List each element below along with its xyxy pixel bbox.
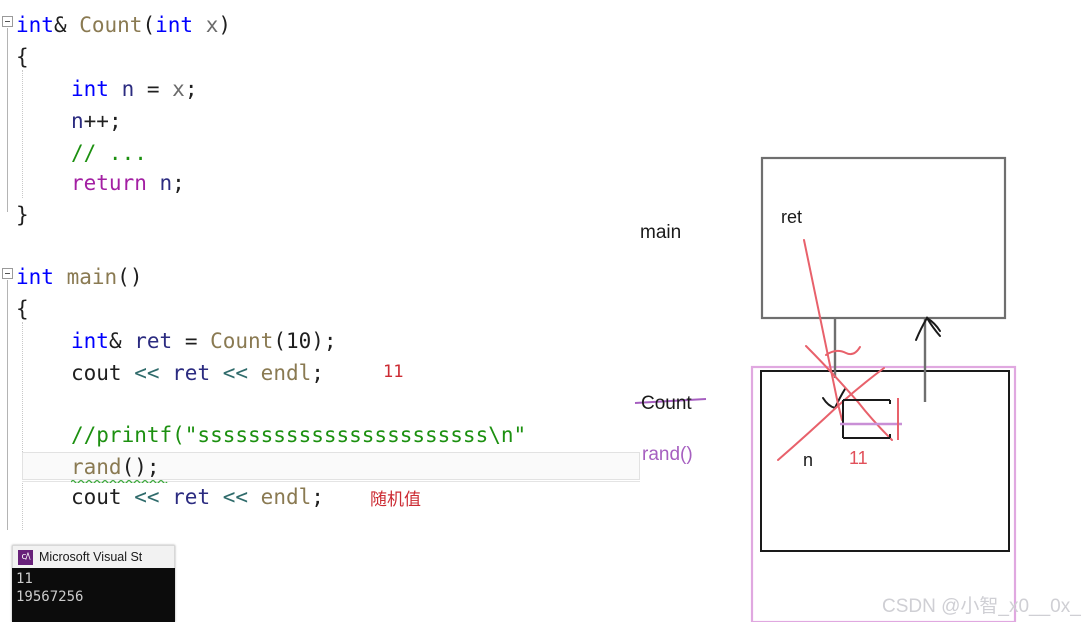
console-window[interactable]: c/\ Microsoft Visual St 11 19567256 bbox=[12, 545, 175, 622]
code-token: int bbox=[71, 329, 109, 353]
code-token: { bbox=[16, 297, 29, 321]
visual-studio-icon: c/\ bbox=[18, 549, 33, 565]
code-line[interactable]: rand(); bbox=[71, 454, 160, 480]
code-token: << bbox=[222, 485, 261, 509]
console-titlebar[interactable]: c/\ Microsoft Visual St bbox=[12, 545, 175, 568]
red-pointer-line bbox=[803, 239, 843, 421]
code-line[interactable]: n++; bbox=[71, 108, 122, 134]
code-token: << bbox=[134, 485, 173, 509]
code-line[interactable]: int& Count(int x) bbox=[16, 12, 231, 38]
code-line[interactable]: return n; bbox=[71, 170, 185, 196]
count-outer-purple-box bbox=[750, 365, 1017, 622]
code-line[interactable]: //printf("sssssssssssssssssssssss\n" bbox=[71, 422, 526, 448]
fold-stem-count bbox=[7, 28, 8, 212]
fold-stem-main bbox=[7, 280, 8, 530]
code-token: int bbox=[16, 265, 54, 289]
code-token: Count bbox=[210, 329, 274, 353]
code-token: = bbox=[184, 329, 211, 353]
code-token: int bbox=[155, 13, 194, 37]
code-line[interactable]: } bbox=[16, 202, 29, 228]
console-output-line: 19567256 bbox=[16, 589, 84, 605]
code-line[interactable]: cout << ret << endl; bbox=[71, 360, 324, 386]
code-token: ); bbox=[311, 329, 337, 353]
count-frame-box bbox=[760, 370, 1010, 552]
code-token: { bbox=[16, 45, 29, 69]
code-token: // ... bbox=[71, 141, 147, 165]
diagram-label-n: n bbox=[803, 450, 814, 470]
code-token: 10 bbox=[285, 329, 312, 353]
red-curve-mark bbox=[825, 346, 861, 356]
code-token: ret bbox=[134, 329, 185, 353]
diagram-label-ret: ret bbox=[781, 207, 803, 227]
code-token: = bbox=[146, 77, 173, 101]
code-token: ; bbox=[184, 77, 198, 101]
indent-guide-main bbox=[22, 322, 23, 530]
fold-toggle-main[interactable] bbox=[2, 268, 13, 279]
code-token: n bbox=[71, 109, 84, 133]
code-token: cout bbox=[71, 485, 135, 509]
console-title-label: Microsoft Visual St bbox=[39, 550, 143, 564]
code-token: << bbox=[222, 361, 261, 385]
code-token: x bbox=[172, 77, 185, 101]
code-token: return bbox=[71, 171, 147, 195]
code-editor[interactable]: int& Count(int x){int n = x; n++;// ... re… bbox=[0, 0, 660, 530]
diagram-label-rand: rand() bbox=[642, 444, 693, 465]
code-token: //printf("sssssssssssssssssssssss\n" bbox=[71, 423, 527, 447]
code-token: ret bbox=[172, 361, 223, 385]
csdn-watermark: CSDN @小智_x0__0x_ bbox=[882, 596, 1081, 617]
console-output: 11 19567256 bbox=[12, 568, 175, 622]
code-token: } bbox=[16, 203, 29, 227]
code-token: rand bbox=[71, 455, 122, 479]
code-token: n bbox=[108, 77, 147, 101]
stack-frame-diagram: main Count rand() ret n 11 bbox=[620, 140, 1091, 622]
code-token: ret bbox=[172, 485, 223, 509]
value-cell-box bbox=[842, 399, 891, 439]
code-token: & bbox=[53, 13, 80, 37]
code-token: () bbox=[117, 265, 143, 289]
code-token: x bbox=[193, 13, 219, 37]
fold-toggle-count[interactable] bbox=[2, 16, 13, 27]
code-token: ( bbox=[273, 329, 286, 353]
code-annotation: 11 bbox=[383, 362, 404, 382]
code-token: int bbox=[71, 77, 109, 101]
code-token: int bbox=[16, 13, 54, 37]
code-line[interactable]: int main() bbox=[16, 264, 142, 290]
console-output-line: 11 bbox=[16, 571, 33, 587]
code-line[interactable]: // ... bbox=[71, 140, 147, 166]
code-annotation: 随机值 bbox=[370, 490, 421, 510]
code-token: Count bbox=[79, 13, 143, 37]
code-line[interactable]: int& ret = Count(10); bbox=[71, 328, 337, 354]
code-token: ; bbox=[172, 171, 185, 195]
diagram-label-value: 11 bbox=[849, 448, 868, 468]
code-token: endl bbox=[260, 361, 312, 385]
code-line[interactable]: int n = x; bbox=[71, 76, 197, 102]
code-token: & bbox=[108, 329, 135, 353]
diagram-drawing bbox=[634, 156, 1017, 622]
code-token: endl bbox=[260, 485, 312, 509]
code-token: cout bbox=[71, 361, 135, 385]
arrowhead-up-icon bbox=[915, 316, 941, 341]
code-token: main bbox=[66, 265, 118, 289]
arrowhead-down-icon bbox=[822, 388, 846, 410]
code-token: << bbox=[134, 361, 173, 385]
main-frame-box bbox=[760, 156, 1007, 320]
code-token: ( bbox=[142, 13, 156, 37]
indent-guide-count bbox=[22, 70, 23, 198]
code-token: ; bbox=[311, 361, 324, 385]
code-line[interactable]: { bbox=[16, 296, 29, 322]
code-token: ++; bbox=[83, 109, 122, 133]
code-token: (); bbox=[121, 455, 160, 479]
red-cross-stroke-a bbox=[805, 345, 893, 441]
code-line[interactable]: { bbox=[16, 44, 29, 70]
diagram-label-count: Count bbox=[641, 393, 692, 414]
diagram-label-main: main bbox=[640, 222, 682, 243]
code-line[interactable]: cout << ret << endl; bbox=[71, 484, 324, 510]
code-token: ; bbox=[311, 485, 324, 509]
code-token: ) bbox=[218, 13, 231, 37]
code-token: n bbox=[146, 171, 173, 195]
